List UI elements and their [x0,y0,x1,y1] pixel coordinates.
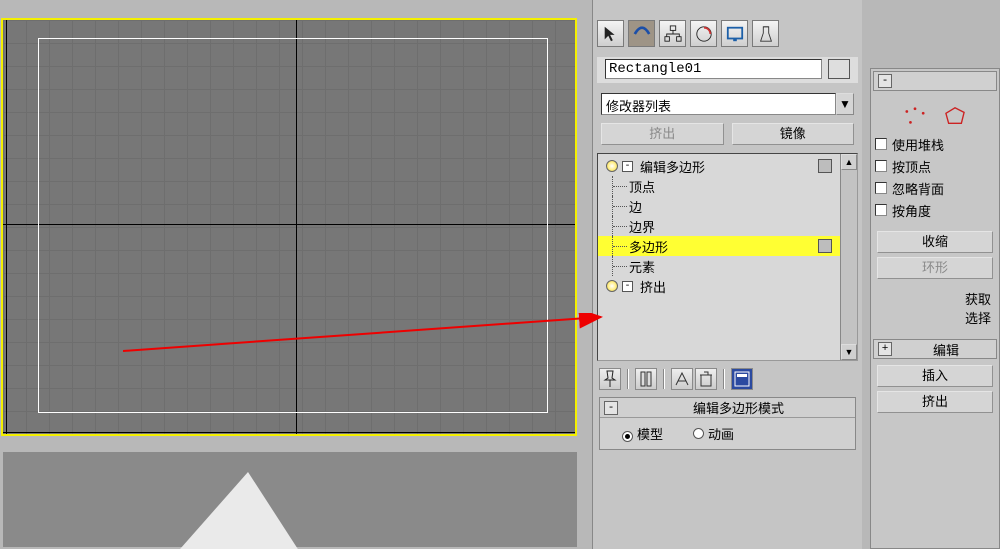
ring-button[interactable]: 环形 [877,257,993,279]
collapse-toggle[interactable]: - [622,281,633,292]
configure-icon[interactable] [731,368,753,390]
by-angle-checkbox[interactable]: 按角度 [875,199,995,221]
show-end-result-icon[interactable] [635,368,657,390]
insert-button[interactable]: 插入 [877,365,993,387]
modify-panel: 修改器列表 ▼ 挤出 镜像 - 编辑多边形 顶点 边 边界 多边 [592,0,862,549]
collapse-toggle[interactable]: - [622,161,633,172]
stack-box-icon[interactable] [818,239,832,253]
stack-item-extrude[interactable]: - 挤出 [598,276,840,296]
stack-box-icon[interactable] [818,159,832,173]
object-name-input[interactable] [605,59,822,79]
stack-sub-border[interactable]: 边界 [598,216,840,236]
scroll-up-icon[interactable]: ▲ [841,154,857,170]
hierarchy-tab[interactable] [659,20,686,47]
extrude-button[interactable]: 挤出 [601,123,724,145]
stack-tool-row [599,367,856,391]
selection-rollout-header[interactable]: - [873,71,997,91]
remove-modifier-icon[interactable] [695,368,717,390]
edit-rollout-header[interactable]: +编辑 [873,339,997,359]
select-tab[interactable] [597,20,624,47]
get-label: 获取 [875,289,995,308]
use-stack-checkbox[interactable]: 使用堆栈 [875,133,995,155]
rollout-title: 编辑多边形模式 [622,398,855,417]
stack-sub-edge[interactable]: 边 [598,196,840,216]
pin-icon[interactable] [599,368,621,390]
motion-tab[interactable] [690,20,717,47]
stack-sub-element[interactable]: 元素 [598,256,840,276]
viewport-front[interactable] [1,18,577,436]
sel-label: 选择 [875,308,995,327]
ignore-back-checkbox[interactable]: 忽略背面 [875,177,995,199]
utilities-tab[interactable] [752,20,779,47]
modify-tab[interactable] [628,20,655,47]
polygon-selection-icon[interactable] [943,106,967,126]
viewport-object-rect[interactable] [38,38,548,413]
stack-sub-polygon[interactable]: 多边形 [598,236,840,256]
stack-scrollbar[interactable]: ▲ ▼ [840,154,857,360]
rollout-header[interactable]: - 编辑多边形模式 [600,398,855,418]
edit-poly-mode-rollout: - 编辑多边形模式 模型 动画 [599,397,856,450]
object-color-swatch[interactable] [828,59,850,79]
shrink-button[interactable]: 收缩 [877,231,993,253]
viewport-perspective[interactable] [3,452,577,547]
mode-anim-radio[interactable]: 动画 [693,424,734,443]
modifier-stack: - 编辑多边形 顶点 边 边界 多边形 元素 - 挤出 [597,153,858,361]
mirror-button[interactable]: 镜像 [732,123,855,145]
selection-panel: - 使用堆栈 按顶点 忽略背面 按角度 收缩 环形 获取 选择 +编辑 插入 挤… [870,68,1000,549]
display-tab[interactable] [721,20,748,47]
stack-item-edit-poly[interactable]: - 编辑多边形 [598,156,840,176]
by-vertex-checkbox[interactable]: 按顶点 [875,155,995,177]
make-unique-icon[interactable] [671,368,693,390]
command-panel-tabs [593,0,862,53]
modifier-list-dropdown[interactable]: ▼ [836,93,854,115]
extrude2-button[interactable]: 挤出 [877,391,993,413]
lightbulb-icon[interactable] [606,160,618,172]
modifier-list-combo[interactable]: 修改器列表 [601,93,836,115]
viewport-object-tri [173,472,303,549]
stack-sub-vertex[interactable]: 顶点 [598,176,840,196]
vertex-selection-icon[interactable] [903,106,927,126]
lightbulb-icon[interactable] [606,280,618,292]
stack-label: 挤出 [638,277,666,296]
scroll-down-icon[interactable]: ▼ [841,344,857,360]
stack-label: 编辑多边形 [638,157,705,176]
minus-icon: - [604,401,618,415]
mode-model-radio[interactable]: 模型 [622,424,663,443]
